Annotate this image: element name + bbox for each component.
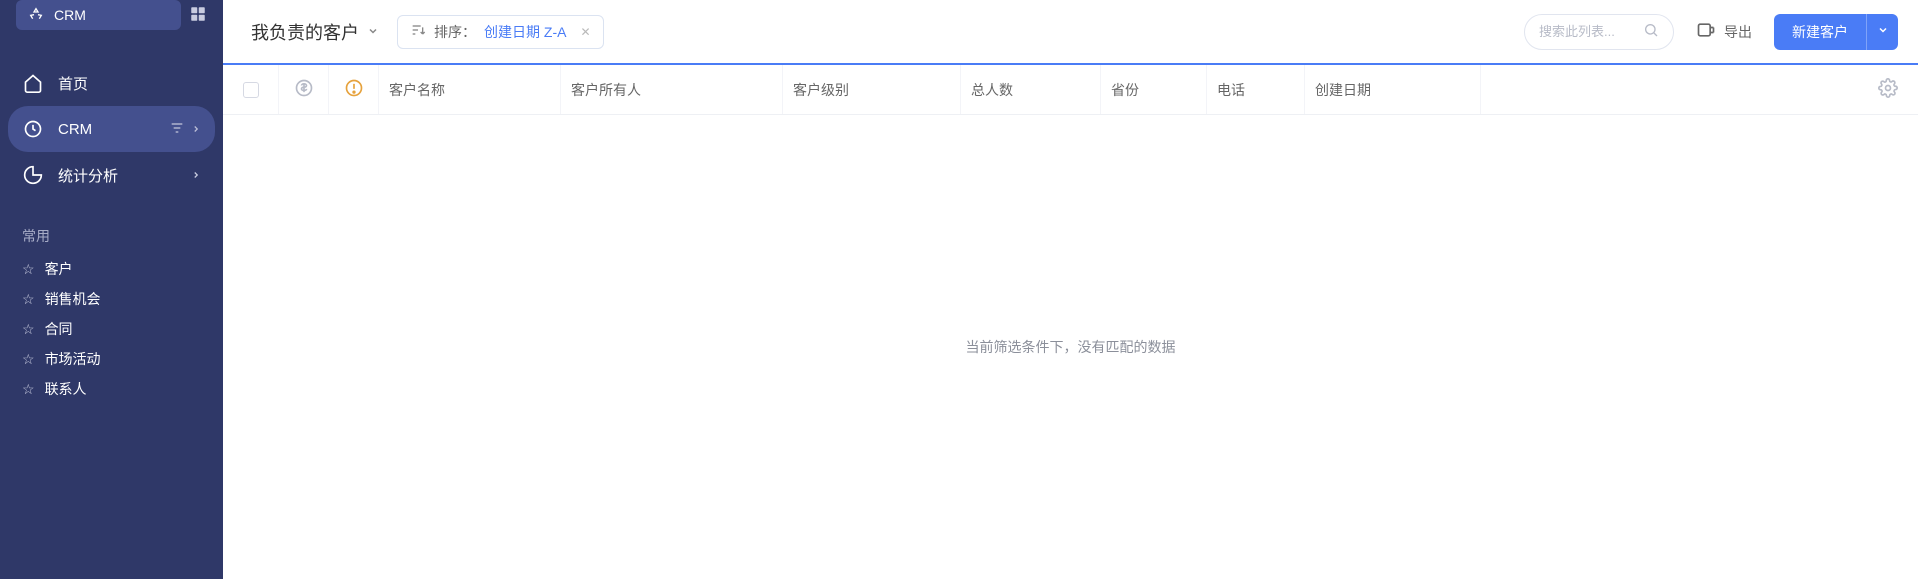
warning-icon (344, 78, 364, 101)
th-currency[interactable] (279, 65, 329, 114)
export-icon (1696, 20, 1716, 43)
sidebar-brand-row: CRM (0, 0, 223, 30)
th-owner[interactable]: 客户所有人 (561, 65, 783, 114)
empty-message: 当前筛选条件下，没有匹配的数据 (966, 337, 1176, 357)
chevron-right-icon (191, 121, 201, 137)
empty-state: 当前筛选条件下，没有匹配的数据 (223, 115, 1918, 579)
star-icon: ☆ (22, 291, 35, 308)
search-input-wrap[interactable] (1524, 14, 1674, 50)
th-count[interactable]: 总人数 (961, 65, 1101, 114)
favorites-list: ☆ 客户 ☆ 销售机会 ☆ 合同 ☆ 市场活动 ☆ 联系人 (0, 254, 223, 404)
favorite-label: 销售机会 (45, 289, 101, 309)
new-customer-button[interactable]: 新建客户 (1774, 14, 1866, 50)
main-content: 我负责的客户 排序： 创建日期 Z-A ✕ (223, 0, 1918, 579)
table-header: 客户名称 客户所有人 客户级别 总人数 省份 电话 创建日期 (223, 65, 1918, 115)
favorite-label: 客户 (45, 259, 73, 279)
chevron-down-icon (1877, 24, 1889, 39)
chevron-down-icon (367, 21, 379, 42)
close-icon[interactable]: ✕ (580, 25, 590, 39)
chevron-right-icon (191, 167, 201, 183)
new-dropdown-button[interactable] (1866, 14, 1898, 50)
recycle-icon (28, 6, 44, 25)
nav-item-crm[interactable]: CRM (8, 106, 215, 152)
new-label: 新建客户 (1792, 22, 1848, 42)
star-icon: ☆ (22, 381, 35, 398)
home-icon (22, 73, 44, 93)
view-selector[interactable]: 我负责的客户 (251, 19, 379, 45)
nav-item-home[interactable]: 首页 (8, 60, 215, 106)
th-checkbox[interactable] (223, 65, 279, 114)
sort-chip[interactable]: 排序： 创建日期 Z-A ✕ (397, 15, 604, 49)
sort-value: 创建日期 Z-A (484, 22, 566, 42)
th-phone[interactable]: 电话 (1207, 65, 1305, 114)
favorite-label: 联系人 (45, 379, 87, 399)
th-province[interactable]: 省份 (1101, 65, 1207, 114)
app-grid-icon[interactable] (189, 5, 207, 26)
export-label: 导出 (1724, 22, 1752, 42)
nav-label: 首页 (58, 73, 88, 94)
brand-label: CRM (54, 7, 86, 23)
clock-icon (22, 119, 44, 139)
sidebar-brand-pill[interactable]: CRM (16, 0, 181, 30)
view-title-label: 我负责的客户 (251, 19, 359, 45)
sidebar: CRM 首页 CRM (0, 0, 223, 579)
th-settings[interactable] (1481, 65, 1918, 114)
select-all-checkbox[interactable] (243, 82, 259, 98)
nav-label: 统计分析 (58, 165, 118, 186)
favorite-label: 合同 (45, 319, 73, 339)
favorite-item-opportunity[interactable]: ☆ 销售机会 (0, 284, 223, 314)
search-input[interactable] (1539, 24, 1643, 39)
toolbar: 我负责的客户 排序： 创建日期 Z-A ✕ (223, 0, 1918, 64)
th-warning[interactable] (329, 65, 379, 114)
dollar-icon (294, 78, 314, 101)
filter-icon (169, 120, 185, 139)
favorite-item-contract[interactable]: ☆ 合同 (0, 314, 223, 344)
th-level[interactable]: 客户级别 (783, 65, 961, 114)
sort-prefix: 排序： (434, 22, 476, 42)
new-button-group: 新建客户 (1774, 14, 1898, 50)
star-icon: ☆ (22, 261, 35, 278)
th-created[interactable]: 创建日期 (1305, 65, 1481, 114)
favorites-header: 常用 (0, 208, 223, 254)
sort-icon (410, 22, 426, 41)
pie-icon (22, 165, 44, 185)
star-icon: ☆ (22, 351, 35, 368)
th-name[interactable]: 客户名称 (379, 65, 561, 114)
export-button[interactable]: 导出 (1692, 20, 1756, 43)
nav-label: CRM (58, 121, 92, 138)
gear-icon (1878, 78, 1898, 101)
favorite-item-campaign[interactable]: ☆ 市场活动 (0, 344, 223, 374)
star-icon: ☆ (22, 321, 35, 338)
search-icon (1643, 22, 1659, 41)
nav-item-analytics[interactable]: 统计分析 (8, 152, 215, 198)
favorite-item-contact[interactable]: ☆ 联系人 (0, 374, 223, 404)
nav-list: 首页 CRM 统计分 (0, 50, 223, 198)
favorite-item-customer[interactable]: ☆ 客户 (0, 254, 223, 284)
favorite-label: 市场活动 (45, 349, 101, 369)
